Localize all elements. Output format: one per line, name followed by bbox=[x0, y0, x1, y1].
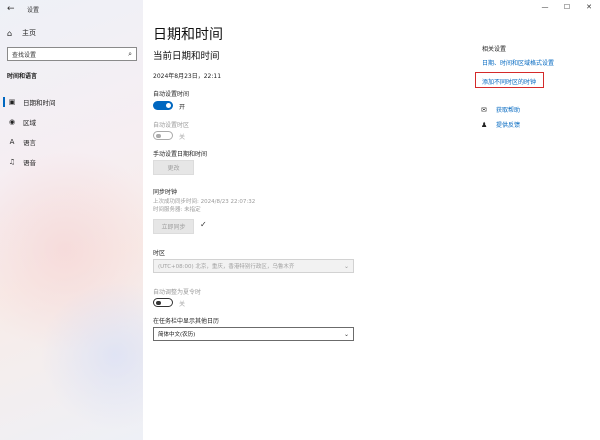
dst-label: 自动调整为夏令时 bbox=[153, 289, 202, 296]
related-settings: 相关设置 日期、时间和区域格式设置 添加不同时区的时钟 ✉ 获取帮助 ♟ 提供反… bbox=[481, 0, 596, 440]
date-time-region-format-link[interactable]: 日期、时间和区域格式设置 bbox=[482, 58, 554, 67]
sidebar-item-date-time[interactable]: ▣ 日期和时间 bbox=[0, 92, 143, 112]
sidebar-section-header: 时间和语言 bbox=[7, 73, 38, 80]
sidebar-item-language[interactable]: A 语言 bbox=[0, 132, 143, 152]
sidebar-item-label: 主页 bbox=[22, 29, 36, 37]
calendar-value: 简体中文(农历) bbox=[158, 332, 196, 338]
related-settings-header: 相关设置 bbox=[482, 46, 507, 53]
toggle-knob bbox=[156, 300, 161, 305]
back-arrow-icon[interactable]: ← bbox=[7, 4, 19, 14]
sidebar-item-label: 日期和时间 bbox=[23, 99, 56, 107]
page-title: 日期和时间 bbox=[153, 27, 223, 43]
sidebar-nav: ▣ 日期和时间 ◉ 区域 A 语言 ♫ 语音 bbox=[0, 92, 143, 172]
section-title: 当前日期和时间 bbox=[153, 51, 220, 62]
chevron-down-icon: ⌄ bbox=[343, 262, 349, 270]
calendar-clock-icon: ▣ bbox=[8, 98, 16, 106]
calendar-dropdown[interactable]: 简体中文(农历) ⌄ bbox=[153, 327, 354, 341]
change-button[interactable]: 更改 bbox=[153, 160, 194, 175]
timezone-label: 时区 bbox=[153, 250, 166, 257]
feedback-person-icon: ♟ bbox=[481, 120, 488, 129]
toggle-knob bbox=[156, 133, 161, 138]
sync-now-button[interactable]: 立即同步 bbox=[153, 219, 194, 234]
auto-timezone-toggle[interactable] bbox=[153, 131, 173, 140]
dst-toggle[interactable] bbox=[153, 298, 173, 307]
get-help-link[interactable]: 获取帮助 bbox=[496, 105, 520, 114]
sidebar-item-region[interactable]: ◉ 区域 bbox=[0, 112, 143, 132]
auto-time-state: 开 bbox=[179, 104, 186, 111]
checkmark-icon: ✓ bbox=[200, 220, 207, 229]
dst-state: 关 bbox=[179, 301, 186, 308]
auto-time-label: 自动设置时间 bbox=[153, 91, 190, 98]
give-feedback-row[interactable]: ♟ 提供反馈 bbox=[481, 120, 520, 130]
sidebar-item-label: 区域 bbox=[23, 119, 36, 127]
toggle-knob bbox=[166, 103, 171, 108]
search-icon[interactable]: ⌕ bbox=[128, 50, 132, 59]
main-content: 日期和时间 当前日期和时间 2024年8月23日，22:11 自动设置时间 开 … bbox=[153, 0, 453, 440]
sidebar-item-speech[interactable]: ♫ 语音 bbox=[0, 152, 143, 172]
sidebar-item-home[interactable]: ⌂ 主页 bbox=[7, 27, 36, 39]
home-icon: ⌂ bbox=[7, 28, 13, 38]
selection-indicator bbox=[3, 97, 5, 107]
last-sync-text: 上次成功同步时间: 2024/8/23 22:07:32 bbox=[153, 199, 256, 205]
sidebar: ← 设置 ⌂ 主页 查找设置 ⌕ 时间和语言 ▣ 日期和时间 ◉ 区域 A 语言… bbox=[0, 0, 143, 440]
chevron-down-icon: ⌄ bbox=[343, 330, 349, 338]
search-placeholder: 查找设置 bbox=[12, 51, 37, 59]
auto-timezone-state: 关 bbox=[179, 134, 186, 141]
language-icon: A bbox=[9, 138, 15, 146]
manual-datetime-label: 手动设置日期和时间 bbox=[153, 151, 208, 158]
get-help-row[interactable]: ✉ 获取帮助 bbox=[481, 105, 520, 115]
timezone-dropdown[interactable]: (UTC+08:00) 北京，重庆，香港特别行政区，乌鲁木齐 ⌄ bbox=[153, 259, 354, 273]
auto-time-toggle[interactable] bbox=[153, 101, 173, 110]
auto-timezone-label: 自动设置时区 bbox=[153, 122, 190, 129]
app-title: 设置 bbox=[27, 6, 40, 14]
search-input[interactable]: 查找设置 ⌕ bbox=[7, 47, 137, 61]
give-feedback-link[interactable]: 提供反馈 bbox=[496, 120, 520, 129]
sync-clock-label: 同步时钟 bbox=[153, 189, 178, 196]
highlight-box bbox=[475, 72, 544, 88]
timezone-value: (UTC+08:00) 北京，重庆，香港特别行政区，乌鲁木齐 bbox=[158, 264, 295, 270]
time-server-text: 时间服务器: 未指定 bbox=[153, 207, 201, 213]
globe-icon: ◉ bbox=[8, 118, 16, 126]
title-bar: ← 设置 bbox=[7, 3, 39, 15]
microphone-icon: ♫ bbox=[8, 158, 16, 166]
sidebar-item-label: 语言 bbox=[23, 139, 36, 147]
chat-help-icon: ✉ bbox=[481, 105, 487, 114]
sidebar-item-label: 语音 bbox=[23, 159, 36, 167]
current-datetime: 2024年8月23日，22:11 bbox=[153, 73, 222, 80]
calendar-label: 在任务栏中显示其他日历 bbox=[153, 318, 220, 325]
